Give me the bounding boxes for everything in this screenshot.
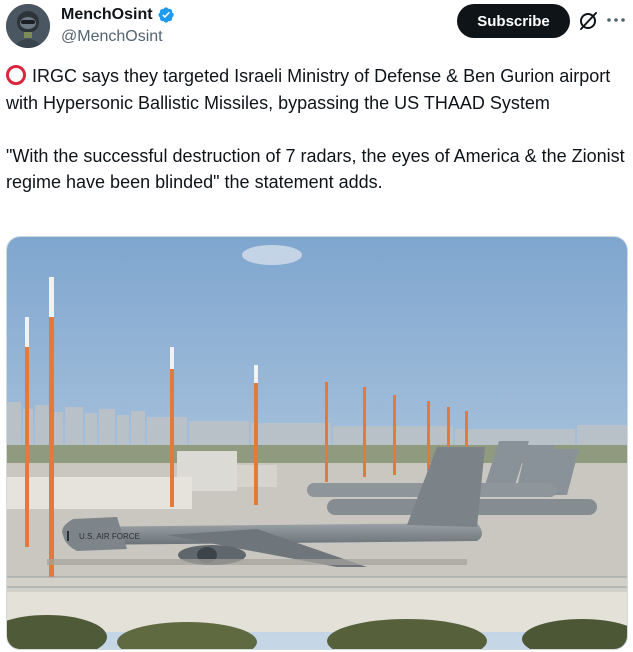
tweet-media-image[interactable]: U.S. AIR FORCE — [6, 236, 628, 650]
grok-icon[interactable] — [576, 9, 600, 33]
display-name[interactable]: MenchOsint — [61, 6, 153, 24]
tweet-text: IRGC says they targeted Israeli Ministry… — [6, 63, 626, 196]
more-icon[interactable] — [604, 8, 628, 32]
verified-badge-icon — [157, 6, 175, 24]
tweet-paragraph-1-text: IRGC says they targeted Israeli Ministry… — [6, 66, 611, 113]
author-handle[interactable]: @MenchOsint — [61, 28, 163, 46]
avatar[interactable] — [6, 4, 50, 48]
tweet-header: MenchOsint @MenchOsint Subscribe — [0, 0, 633, 56]
subscribe-button[interactable]: Subscribe — [457, 4, 570, 38]
tweet-paragraph-2: "With the successful destruction of 7 ra… — [6, 145, 625, 193]
fuselage-text: U.S. AIR FORCE — [79, 532, 140, 541]
tweet-paragraph-1: IRGC says they targeted Israeli Ministry… — [6, 63, 626, 116]
red-circle-icon — [6, 65, 26, 85]
author-name-row[interactable]: MenchOsint — [61, 6, 175, 24]
